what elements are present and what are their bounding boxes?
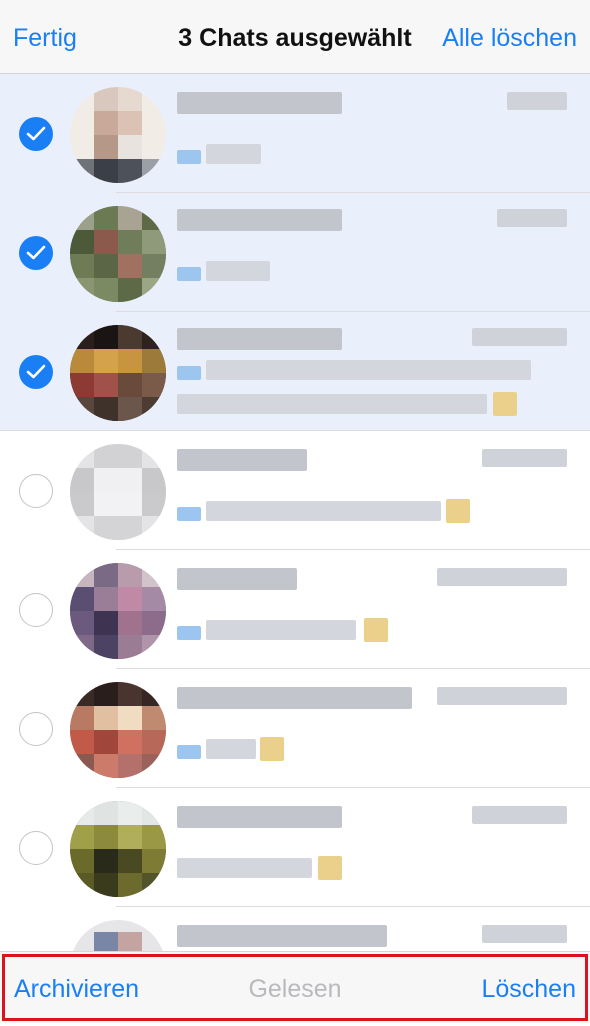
read-receipt-icon bbox=[177, 507, 201, 521]
done-button[interactable]: Fertig bbox=[13, 24, 77, 53]
empty-circle-icon[interactable] bbox=[19, 712, 53, 746]
emoji-icon bbox=[493, 392, 517, 416]
chat-time bbox=[437, 568, 567, 586]
message-preview bbox=[206, 360, 531, 380]
chat-name bbox=[177, 687, 412, 709]
chat-row[interactable] bbox=[0, 669, 590, 788]
read-receipt-icon bbox=[177, 366, 201, 380]
message-preview bbox=[206, 261, 270, 281]
chat-row[interactable] bbox=[0, 788, 590, 907]
chat-time bbox=[497, 209, 567, 227]
checkmark-circle-icon[interactable] bbox=[19, 117, 53, 151]
message-preview bbox=[206, 620, 356, 640]
read-receipt-icon bbox=[177, 150, 201, 164]
empty-circle-icon[interactable] bbox=[19, 831, 53, 865]
avatar bbox=[70, 87, 166, 183]
emoji-icon bbox=[446, 499, 470, 523]
delete-button[interactable]: Löschen bbox=[481, 975, 576, 1004]
empty-circle-icon[interactable] bbox=[19, 593, 53, 627]
chat-name bbox=[177, 806, 342, 828]
chat-name bbox=[177, 92, 342, 114]
chat-name bbox=[177, 209, 342, 231]
chat-row[interactable] bbox=[0, 550, 590, 669]
emoji-icon bbox=[364, 618, 388, 642]
message-preview-line-2 bbox=[177, 394, 487, 414]
chat-row[interactable] bbox=[0, 312, 590, 431]
message-preview bbox=[206, 144, 261, 164]
chat-row[interactable] bbox=[0, 74, 590, 193]
message-preview bbox=[206, 501, 441, 521]
chat-time bbox=[437, 687, 567, 705]
chat-time bbox=[472, 328, 567, 346]
message-preview bbox=[206, 739, 256, 759]
checkmark-circle-icon[interactable] bbox=[19, 236, 53, 270]
chat-name bbox=[177, 449, 307, 471]
checkmark-circle-icon[interactable] bbox=[19, 355, 53, 389]
empty-circle-icon[interactable] bbox=[19, 474, 53, 508]
chat-row[interactable] bbox=[0, 193, 590, 312]
avatar bbox=[70, 325, 166, 421]
emoji-icon bbox=[318, 856, 342, 880]
bottom-toolbar: Archivieren Gelesen Löschen bbox=[0, 951, 590, 1023]
delete-all-button[interactable]: Alle löschen bbox=[442, 24, 577, 53]
avatar bbox=[70, 801, 166, 897]
chat-name bbox=[177, 925, 387, 947]
read-receipt-icon bbox=[177, 267, 201, 281]
chat-name bbox=[177, 568, 297, 590]
avatar bbox=[70, 444, 166, 540]
read-receipt-icon bbox=[177, 626, 201, 640]
navigation-bar: Fertig 3 Chats ausgewählt Alle löschen bbox=[0, 0, 590, 74]
avatar bbox=[70, 206, 166, 302]
chat-time bbox=[482, 925, 567, 943]
read-receipt-icon bbox=[177, 745, 201, 759]
chat-name bbox=[177, 328, 342, 350]
message-preview bbox=[177, 858, 312, 878]
avatar bbox=[70, 563, 166, 659]
chat-list bbox=[0, 74, 590, 1026]
avatar bbox=[70, 682, 166, 778]
chat-row[interactable] bbox=[0, 431, 590, 550]
chat-time bbox=[472, 806, 567, 824]
chat-time bbox=[482, 449, 567, 467]
chat-time bbox=[507, 92, 567, 110]
emoji-icon bbox=[260, 737, 284, 761]
